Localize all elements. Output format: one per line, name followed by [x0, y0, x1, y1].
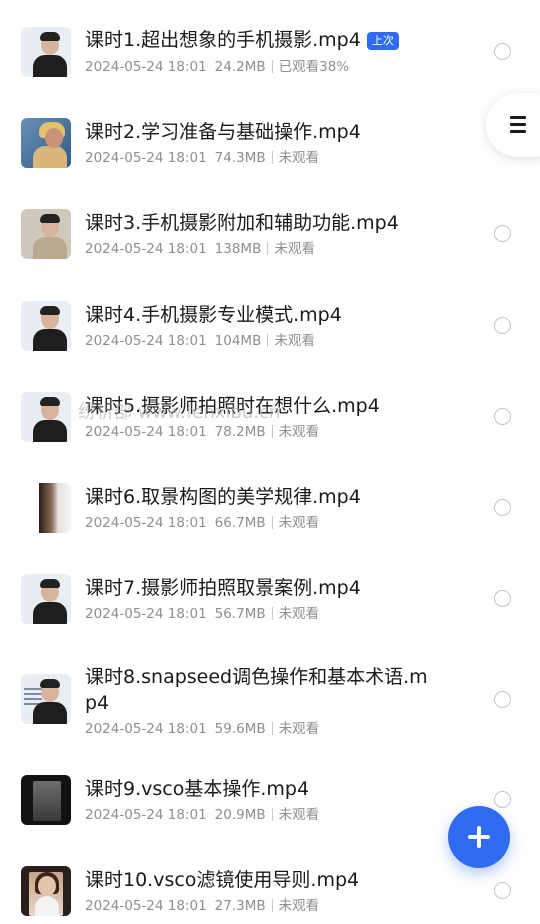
radio-circle-icon[interactable] — [494, 317, 511, 334]
lesson-thumbnail — [21, 209, 71, 259]
lesson-date: 2024-05-24 18:01 — [85, 333, 207, 349]
lesson-size: 27.3MB — [214, 898, 266, 914]
lesson-thumbnail — [21, 392, 71, 442]
radio-circle-icon[interactable] — [494, 882, 511, 899]
lesson-thumbnail — [21, 775, 71, 825]
lesson-meta: 2024-05-24 18:01 138MB 未观看 — [85, 240, 315, 258]
lesson-date: 2024-05-24 18:01 — [85, 59, 207, 75]
radio-circle-icon[interactable] — [494, 691, 511, 708]
lesson-meta: 2024-05-24 18:01 104MB 未观看 — [85, 332, 315, 350]
lesson-size: 138MB — [214, 241, 262, 257]
hamburger-menu-icon — [510, 116, 526, 133]
list-item[interactable]: 课时1.超出想象的手机摄影.mp4 上次 2024-05-24 18:01 24.2… — [0, 0, 540, 90]
lesson-date: 2024-05-24 18:01 — [85, 898, 207, 914]
lesson-size: 20.9MB — [214, 807, 266, 823]
lesson-date: 2024-05-24 18:01 — [85, 150, 207, 166]
radio-circle-icon[interactable] — [494, 225, 511, 242]
lesson-meta: 2024-05-24 18:01 74.3MB 未观看 — [85, 149, 319, 167]
lesson-meta: 2024-05-24 18:01 56.7MB 未观看 — [85, 605, 319, 623]
lesson-title-row: 课时1.超出想象的手机摄影.mp4 上次 — [85, 27, 435, 53]
last-watched-badge: 上次 — [366, 32, 399, 50]
lesson-date: 2024-05-24 18:01 — [85, 424, 207, 440]
lesson-title: 课时2.学习准备与基础操作.mp4 — [85, 121, 361, 143]
lesson-size: 59.6MB — [214, 721, 266, 737]
lesson-meta: 2024-05-24 18:01 20.9MB 未观看 — [85, 806, 319, 824]
lesson-thumbnail — [21, 118, 71, 168]
lesson-thumbnail — [21, 574, 71, 624]
lesson-status: 未观看 — [278, 150, 320, 166]
lesson-status: 未观看 — [278, 515, 320, 531]
lesson-size: 66.7MB — [214, 515, 266, 531]
radio-circle-icon[interactable] — [494, 590, 511, 607]
add-button[interactable] — [448, 806, 510, 868]
lesson-thumbnail — [21, 866, 71, 916]
lesson-date: 2024-05-24 18:01 — [85, 721, 207, 737]
lesson-thumbnail — [21, 674, 71, 724]
lesson-status: 未观看 — [278, 807, 320, 823]
radio-circle-icon[interactable] — [494, 499, 511, 516]
lesson-size: 104MB — [214, 333, 262, 349]
lesson-meta: 2024-05-24 18:01 24.2MB 已观看38% — [85, 58, 349, 76]
lesson-status: 未观看 — [278, 898, 320, 914]
lesson-title: 课时1.超出想象的手机摄影.mp4 — [85, 29, 361, 51]
lesson-title: 课时6.取景构图的美学规律.mp4 — [85, 486, 361, 508]
lesson-date: 2024-05-24 18:01 — [85, 241, 207, 257]
lesson-size: 56.7MB — [214, 606, 266, 622]
lesson-meta: 2024-05-24 18:01 59.6MB 未观看 — [85, 720, 319, 738]
lesson-title: 课时7.摄影师拍照取景案例.mp4 — [85, 577, 361, 599]
watermark: 纷析部 www.fenxibu.cn — [78, 402, 281, 423]
lesson-date: 2024-05-24 18:01 — [85, 807, 207, 823]
lesson-meta: 2024-05-24 18:01 27.3MB 未观看 — [85, 897, 319, 915]
lesson-thumbnail — [21, 27, 71, 77]
lesson-size: 74.3MB — [214, 150, 266, 166]
lesson-thumbnail — [21, 483, 71, 533]
lesson-title: 课时3.手机摄影附加和辅助功能.mp4 — [85, 212, 399, 234]
list-item[interactable]: 课时4.手机摄影专业模式.mp4 2024-05-24 18:01 104MB 未观… — [0, 273, 540, 363]
list-item[interactable]: 课时8.snapseed调色操作和基本术语.mp4 2024-05-24 18:… — [0, 637, 540, 749]
lesson-title: 课时10.vsco滤镜使用导则.mp4 — [85, 869, 360, 891]
lesson-title: 课时9.vsco基本操作.mp4 — [85, 778, 310, 800]
list-item[interactable]: 课时3.手机摄影附加和辅助功能.mp4 2024-05-24 18:01 138M… — [0, 182, 540, 272]
lesson-meta: 2024-05-24 18:01 66.7MB 未观看 — [85, 514, 319, 532]
lesson-status: 未观看 — [274, 333, 315, 349]
lesson-title: 课时4.手机摄影专业模式.mp4 — [85, 304, 342, 326]
lesson-size: 24.2MB — [214, 59, 266, 75]
radio-circle-icon[interactable] — [494, 791, 511, 808]
lesson-status: 未观看 — [278, 424, 320, 440]
radio-circle-icon[interactable] — [494, 43, 511, 60]
lesson-status: 未观看 — [278, 606, 320, 622]
lesson-date: 2024-05-24 18:01 — [85, 606, 207, 622]
list-item[interactable]: 课时6.取景构图的美学规律.mp4 2024-05-24 18:01 66.7MB… — [0, 455, 540, 545]
lesson-meta: 2024-05-24 18:01 78.2MB 未观看 — [85, 423, 319, 441]
lesson-status: 已观看38% — [278, 59, 350, 75]
lesson-thumbnail — [21, 301, 71, 351]
lesson-date: 2024-05-24 18:01 — [85, 515, 207, 531]
lesson-status: 未观看 — [278, 721, 320, 737]
lesson-size: 78.2MB — [214, 424, 266, 440]
list-item[interactable]: 课时2.学习准备与基础操作.mp4 2024-05-24 18:01 74.3MB… — [0, 91, 540, 181]
lesson-title: 课时8.snapseed调色操作和基本术语.mp4 — [85, 666, 428, 714]
lesson-status: 未观看 — [274, 241, 315, 257]
radio-circle-icon[interactable] — [494, 408, 511, 425]
list-item[interactable]: 课时7.摄影师拍照取景案例.mp4 2024-05-24 18:01 56.7MB… — [0, 546, 540, 636]
